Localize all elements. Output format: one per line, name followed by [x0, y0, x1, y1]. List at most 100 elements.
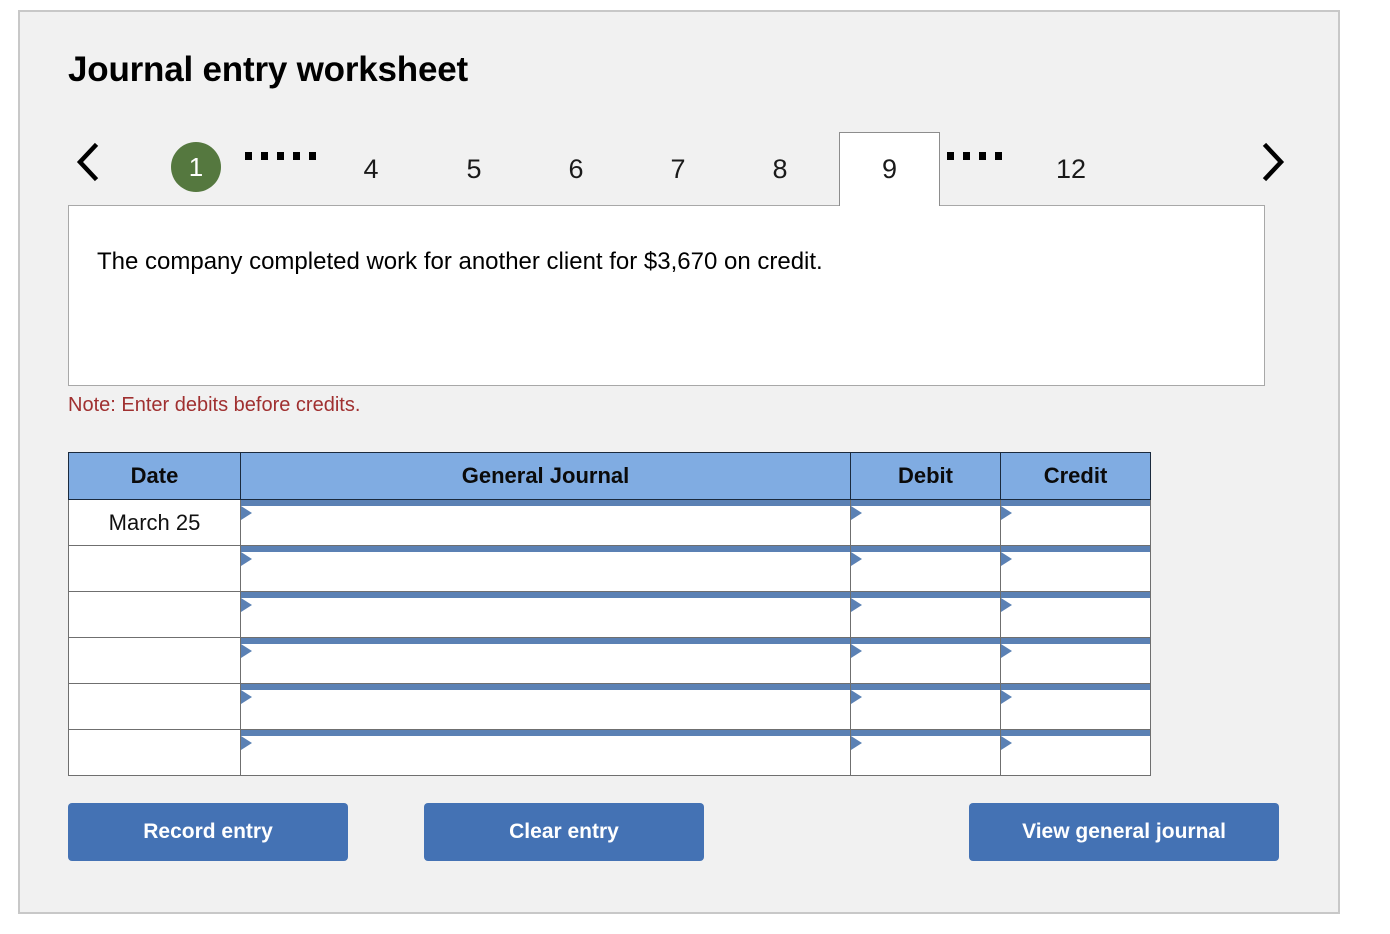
tab-ellipsis-right — [947, 152, 1002, 160]
transaction-statement-box: The company completed work for another c… — [68, 205, 1265, 386]
general-journal-input[interactable] — [254, 599, 848, 636]
previous-tab-button[interactable] — [68, 136, 108, 188]
general-journal-input[interactable] — [254, 553, 848, 590]
general-journal-cell[interactable] — [240, 637, 851, 684]
dropdown-marker-icon — [851, 506, 862, 520]
debit-input[interactable] — [864, 599, 998, 636]
tab-5[interactable]: 5 — [446, 132, 502, 206]
credit-input[interactable] — [1014, 599, 1148, 636]
dropdown-marker-icon — [1001, 736, 1012, 750]
dropdown-marker-icon — [851, 644, 862, 658]
date-cell[interactable] — [68, 637, 241, 684]
credit-cell[interactable] — [1000, 637, 1151, 684]
dropdown-marker-icon — [241, 552, 252, 566]
table-row: March 25 — [68, 499, 1151, 546]
general-journal-cell[interactable] — [240, 729, 851, 776]
tab-12[interactable]: 12 — [1036, 132, 1106, 206]
credit-input[interactable] — [1014, 553, 1148, 590]
tab-1[interactable]: 1 — [171, 142, 221, 192]
chevron-right-icon — [1260, 142, 1286, 182]
date-cell[interactable] — [68, 591, 241, 638]
date-cell[interactable]: March 25 — [68, 499, 241, 546]
credit-cell[interactable] — [1000, 499, 1151, 546]
general-journal-input[interactable] — [254, 691, 848, 728]
dropdown-marker-icon — [241, 506, 252, 520]
general-journal-input[interactable] — [254, 645, 848, 682]
tab-6[interactable]: 6 — [548, 132, 604, 206]
credit-input[interactable] — [1014, 737, 1148, 774]
tab-8[interactable]: 8 — [752, 132, 808, 206]
table-header-row: Date General Journal Debit Credit — [68, 452, 1151, 500]
general-journal-input[interactable] — [254, 737, 848, 774]
chevron-left-icon — [75, 142, 101, 182]
credit-input[interactable] — [1014, 691, 1148, 728]
tab-label: 1 — [188, 151, 204, 182]
journal-entry-rows: March 25 — [68, 499, 1151, 776]
tab-navigation: 1 4 5 6 7 8 9 12 — [68, 122, 1300, 206]
tab-ellipsis-left — [245, 152, 316, 160]
tab-label: 5 — [466, 153, 482, 184]
column-header-credit: Credit — [1000, 452, 1151, 500]
next-tab-button[interactable] — [1253, 136, 1293, 188]
credit-input[interactable] — [1014, 507, 1148, 544]
dropdown-marker-icon — [241, 598, 252, 612]
debit-input[interactable] — [864, 507, 998, 544]
date-cell[interactable] — [68, 683, 241, 730]
dropdown-marker-icon — [1001, 690, 1012, 704]
debit-cell[interactable] — [850, 637, 1001, 684]
record-entry-button[interactable]: Record entry — [68, 803, 348, 861]
credit-cell[interactable] — [1000, 545, 1151, 592]
clear-entry-button[interactable]: Clear entry — [424, 803, 704, 861]
date-cell[interactable] — [68, 545, 241, 592]
date-cell[interactable] — [68, 729, 241, 776]
column-header-general-journal: General Journal — [240, 452, 851, 500]
dropdown-marker-icon — [851, 690, 862, 704]
dropdown-marker-icon — [241, 644, 252, 658]
debit-cell[interactable] — [850, 729, 1001, 776]
debit-input[interactable] — [864, 553, 998, 590]
general-journal-cell[interactable] — [240, 591, 851, 638]
tab-label: 6 — [568, 153, 584, 184]
debit-cell[interactable] — [850, 683, 1001, 730]
table-row — [68, 591, 1151, 638]
dropdown-marker-icon — [1001, 506, 1012, 520]
column-header-debit: Debit — [850, 452, 1001, 500]
journal-entry-worksheet-screen: Journal entry worksheet 1 4 5 6 7 8 9 12… — [0, 0, 1390, 934]
dropdown-marker-icon — [241, 736, 252, 750]
tab-label: 9 — [881, 154, 898, 184]
credit-cell[interactable] — [1000, 729, 1151, 776]
debits-before-credits-note: Note: Enter debits before credits. — [68, 394, 361, 416]
debit-cell[interactable] — [850, 591, 1001, 638]
debit-cell[interactable] — [850, 499, 1001, 546]
table-row — [68, 637, 1151, 684]
dropdown-marker-icon — [851, 598, 862, 612]
dropdown-marker-icon — [241, 690, 252, 704]
journal-entry-table: Date General Journal Debit Credit March … — [68, 452, 1151, 776]
dropdown-marker-icon — [1001, 552, 1012, 566]
tab-9[interactable]: 9 — [839, 132, 940, 206]
dropdown-marker-icon — [851, 552, 862, 566]
debit-input[interactable] — [864, 737, 998, 774]
debit-cell[interactable] — [850, 545, 1001, 592]
dropdown-marker-icon — [851, 736, 862, 750]
table-row — [68, 545, 1151, 592]
general-journal-cell[interactable] — [240, 683, 851, 730]
column-header-date: Date — [68, 452, 241, 500]
debit-input[interactable] — [864, 691, 998, 728]
worksheet-panel: Journal entry worksheet 1 4 5 6 7 8 9 12… — [18, 10, 1340, 914]
tab-label: 8 — [772, 153, 788, 184]
table-row — [68, 683, 1151, 730]
general-journal-cell[interactable] — [240, 499, 851, 546]
tab-4[interactable]: 4 — [343, 132, 399, 206]
table-row — [68, 729, 1151, 776]
debit-input[interactable] — [864, 645, 998, 682]
credit-input[interactable] — [1014, 645, 1148, 682]
general-journal-input[interactable] — [254, 507, 848, 544]
credit-cell[interactable] — [1000, 591, 1151, 638]
tab-label: 4 — [363, 153, 379, 184]
tab-7[interactable]: 7 — [650, 132, 706, 206]
view-general-journal-button[interactable]: View general journal — [969, 803, 1279, 861]
credit-cell[interactable] — [1000, 683, 1151, 730]
tab-label: 12 — [1055, 153, 1087, 184]
general-journal-cell[interactable] — [240, 545, 851, 592]
